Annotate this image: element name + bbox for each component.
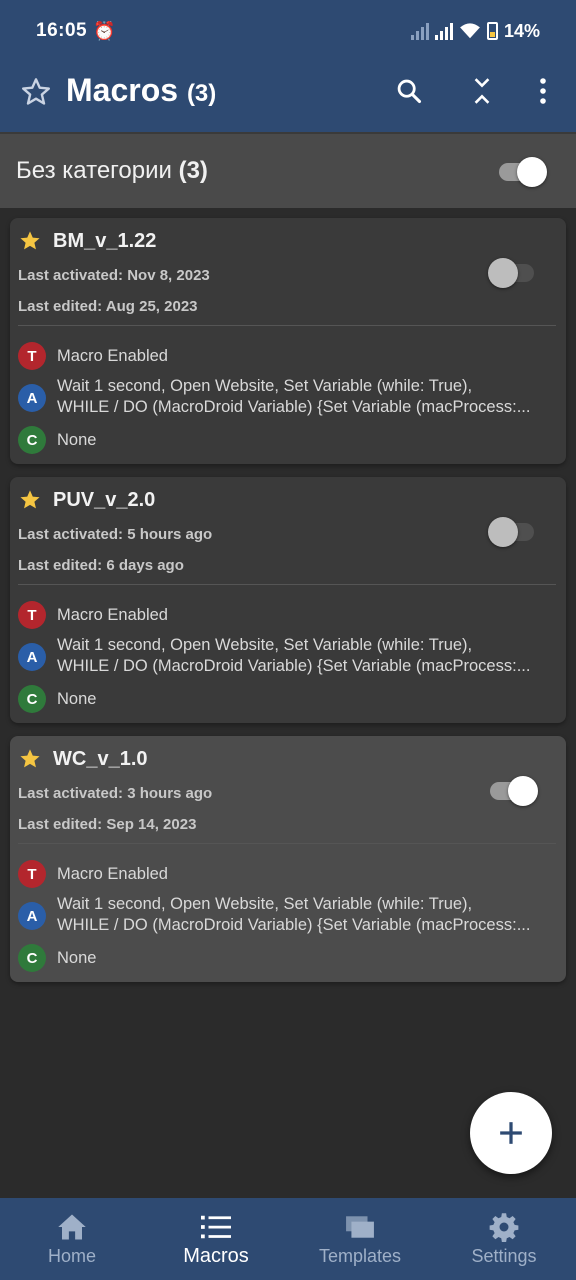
constraint-badge: C — [18, 944, 46, 972]
constraint-text: None — [57, 690, 97, 708]
page-title-text: Macros — [66, 72, 179, 108]
battery-icon — [486, 22, 498, 40]
wifi-icon — [460, 23, 480, 39]
macro-card[interactable]: WC_v_1.0 Last activated: 3 hours ago Las… — [10, 736, 566, 982]
toggle-thumb — [488, 517, 518, 547]
toggle-thumb — [488, 258, 518, 288]
nav-label: Macros — [183, 1245, 249, 1267]
nav-item-settings[interactable]: Settings — [432, 1198, 576, 1280]
gear-icon — [489, 1212, 519, 1242]
plus-icon — [500, 1122, 522, 1144]
favorite-star-icon[interactable] — [19, 748, 41, 770]
actions-line: WHILE / DO (MacroDroid Variable) {Set Va… — [57, 657, 531, 675]
action-badge: A — [18, 902, 46, 930]
collapse-button[interactable] — [465, 74, 499, 108]
constraint-row: C None — [18, 685, 558, 713]
page-title-count: (3) — [186, 80, 217, 107]
actions-text: Wait 1 second, Open Website, Set Variabl… — [57, 635, 530, 677]
nav-label: Home — [47, 1246, 96, 1266]
templates-icon — [345, 1212, 375, 1242]
actions-line: WHILE / DO (MacroDroid Variable) {Set Va… — [57, 398, 531, 416]
actions-line: Wait 1 second, Open Website, Set Variabl… — [57, 377, 473, 395]
divider — [18, 843, 556, 844]
nav-label: Settings — [471, 1246, 537, 1266]
trigger-badge: T — [18, 342, 46, 370]
favorite-star-icon[interactable] — [19, 230, 41, 252]
last-activated: Last activated: Nov 8, 2023 — [18, 267, 210, 284]
action-badge: A — [18, 643, 46, 671]
nav-item-home[interactable]: Home — [0, 1198, 144, 1280]
constraint-row: C None — [18, 426, 558, 454]
actions-line: Wait 1 second, Open Website, Set Variabl… — [57, 895, 473, 913]
status-time: 16:05 — [36, 20, 88, 41]
more-options-button[interactable] — [526, 74, 560, 108]
trigger-text: Macro Enabled — [57, 865, 168, 883]
category-header[interactable]: Без категории (3) — [0, 132, 576, 208]
macro-card[interactable]: PUV_v_2.0 Last activated: 5 hours ago La… — [10, 477, 566, 723]
macro-name: WC_v_1.0 — [53, 748, 148, 770]
actions-row: A Wait 1 second, Open Website, Set Varia… — [18, 635, 558, 677]
search-button[interactable] — [392, 74, 426, 108]
trigger-row: T Macro Enabled — [18, 860, 558, 888]
macro-card[interactable]: BM_v_1.22 Last activated: Nov 8, 2023 La… — [10, 218, 566, 464]
favorite-star-icon[interactable] — [19, 489, 41, 511]
status-icons: 14% — [410, 20, 540, 42]
more-vert-icon — [540, 78, 546, 104]
nav-label: Templates — [318, 1246, 402, 1266]
add-macro-button[interactable] — [470, 1092, 552, 1174]
last-edited: Last edited: 6 days ago — [18, 557, 184, 574]
actions-row: A Wait 1 second, Open Website, Set Varia… — [18, 894, 558, 936]
collapse-icon — [474, 78, 490, 104]
battery-percent: 14% — [503, 20, 540, 41]
signal-icon — [410, 22, 429, 40]
last-edited: Last edited: Sep 14, 2023 — [18, 816, 197, 833]
last-edited: Last edited: Aug 25, 2023 — [18, 298, 198, 315]
macro-name: PUV_v_2.0 — [53, 489, 156, 511]
actions-line: WHILE / DO (MacroDroid Variable) {Set Va… — [57, 916, 531, 934]
nav-item-macros[interactable]: Macros — [144, 1198, 288, 1280]
category-count: (3) — [178, 157, 208, 184]
divider — [18, 584, 556, 585]
actions-text: Wait 1 second, Open Website, Set Variabl… — [57, 894, 530, 936]
category-toggle[interactable] — [497, 156, 547, 187]
app-bar: Macros (3) — [0, 62, 576, 132]
macro-toggle[interactable] — [488, 257, 538, 288]
trigger-badge: T — [18, 601, 46, 629]
category-name: Без категории — [16, 157, 172, 184]
action-badge: A — [18, 384, 46, 412]
divider — [18, 325, 556, 326]
list-icon — [201, 1212, 231, 1242]
signal-icon — [434, 22, 453, 40]
last-activated: Last activated: 5 hours ago — [18, 526, 213, 543]
star-icon[interactable] — [20, 76, 52, 108]
toggle-thumb — [508, 776, 538, 806]
nav-item-templates[interactable]: Templates — [288, 1198, 432, 1280]
toggle-thumb — [517, 157, 547, 187]
constraint-text: None — [57, 431, 97, 449]
macro-name: BM_v_1.22 — [53, 230, 157, 252]
constraint-badge: C — [18, 685, 46, 713]
category-label: Без категории (3) — [16, 157, 208, 185]
page-title: Macros (3) — [66, 72, 216, 109]
actions-text: Wait 1 second, Open Website, Set Variabl… — [57, 376, 530, 418]
search-icon — [397, 79, 422, 104]
constraint-text: None — [57, 949, 97, 967]
macro-toggle[interactable] — [488, 516, 538, 547]
constraint-row: C None — [18, 944, 558, 972]
actions-row: A Wait 1 second, Open Website, Set Varia… — [18, 376, 558, 418]
trigger-text: Macro Enabled — [57, 347, 168, 365]
bottom-nav: Home Macros Templates Settings — [0, 1198, 576, 1280]
trigger-row: T Macro Enabled — [18, 601, 558, 629]
status-bar: 16:05 ⏰ 14% — [0, 0, 576, 62]
alarm-icon: ⏰ — [93, 20, 116, 41]
trigger-badge: T — [18, 860, 46, 888]
constraint-badge: C — [18, 426, 46, 454]
trigger-row: T Macro Enabled — [18, 342, 558, 370]
home-icon — [57, 1212, 87, 1242]
last-activated: Last activated: 3 hours ago — [18, 785, 213, 802]
actions-line: Wait 1 second, Open Website, Set Variabl… — [57, 636, 473, 654]
trigger-text: Macro Enabled — [57, 606, 168, 624]
macro-toggle[interactable] — [488, 775, 538, 806]
